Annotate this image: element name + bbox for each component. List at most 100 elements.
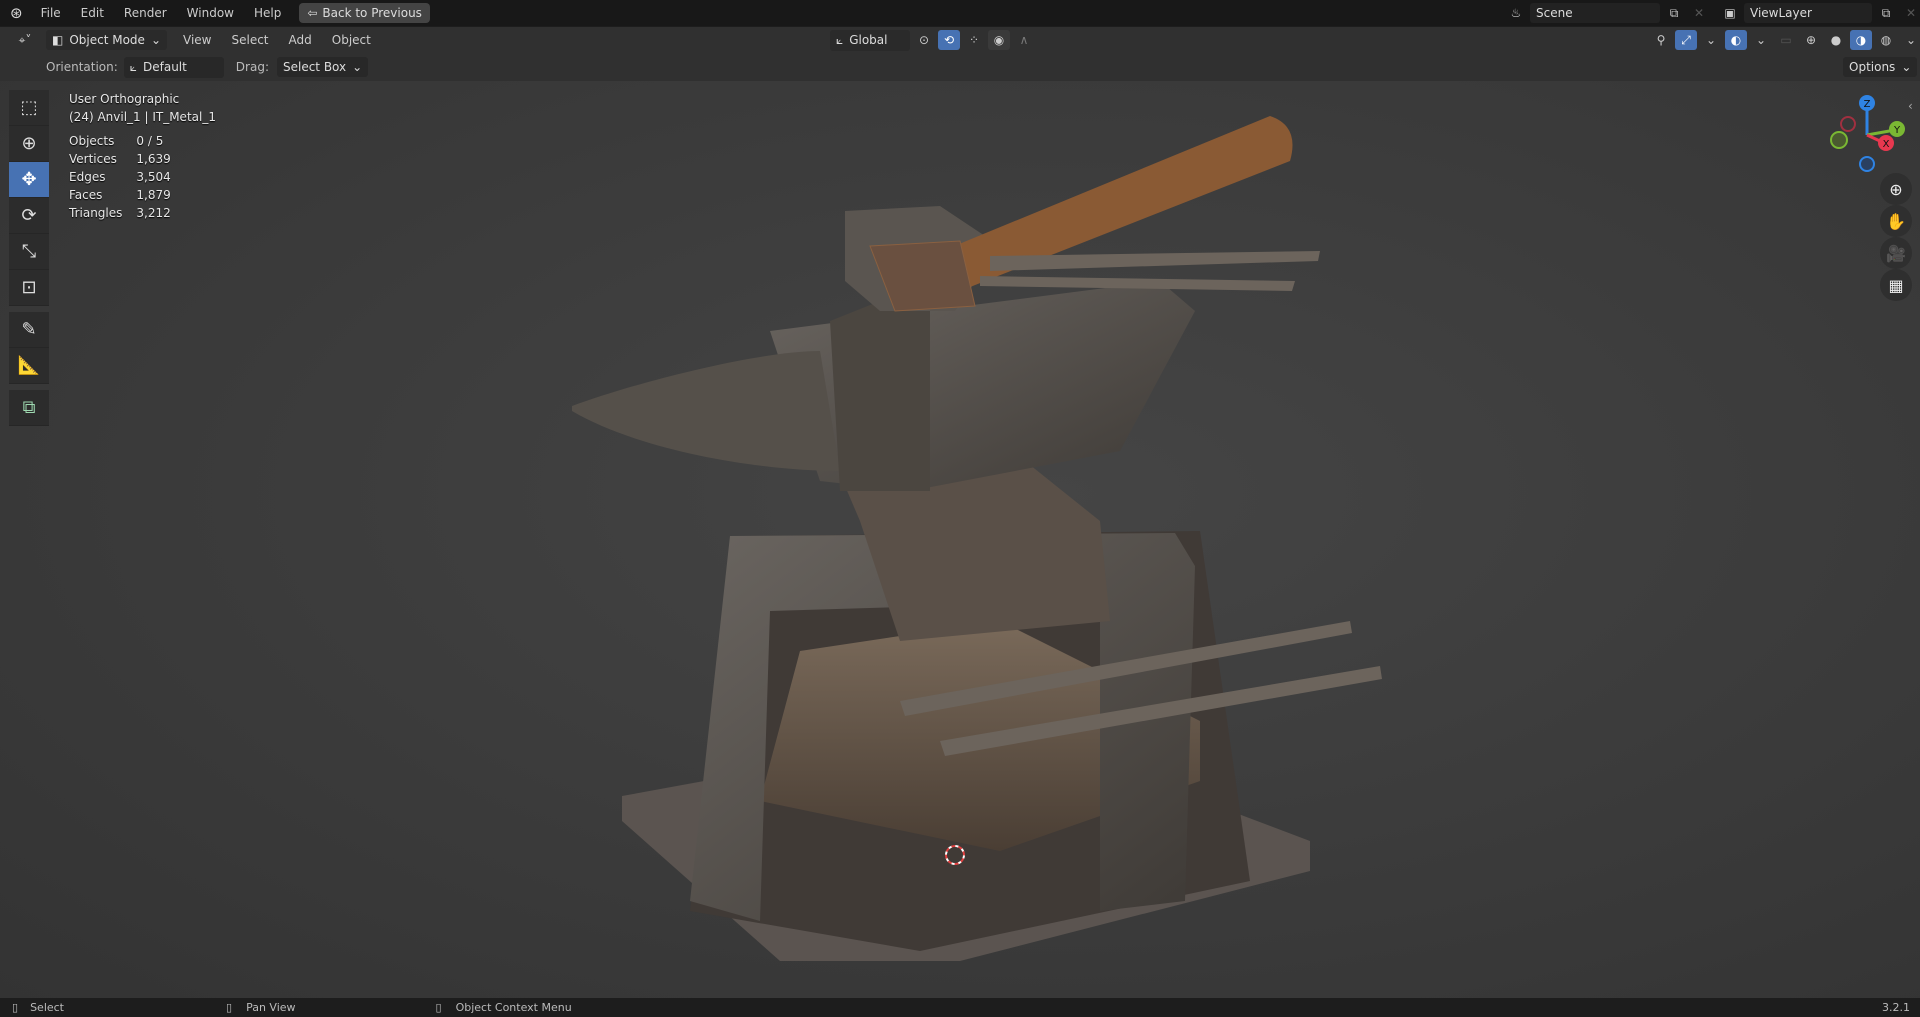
stat-value: 3,212 [136, 206, 171, 220]
gizmo-dropdown-icon[interactable]: ⌄ [1700, 30, 1722, 50]
grid-icon: ▦ [1888, 275, 1904, 295]
rendered-shading-icon[interactable]: ◍ [1875, 30, 1897, 50]
camera-view-button[interactable]: 🎥 [1880, 237, 1912, 269]
mode-label: Object Mode [69, 33, 145, 47]
back-icon: ⇦ [307, 6, 318, 20]
back-to-previous-button[interactable]: ⇦ Back to Previous [299, 3, 430, 23]
camera-icon: 🎥 [1886, 243, 1906, 263]
menu-view[interactable]: View [173, 33, 221, 47]
x-axis-label: X [1883, 139, 1890, 150]
orientation-select[interactable]: ⟀ Default [123, 56, 224, 78]
back-label: Back to Previous [322, 6, 422, 20]
menu-file[interactable]: File [31, 6, 71, 20]
menu-window[interactable]: Window [177, 6, 244, 20]
stat-label: Objects [69, 134, 115, 148]
menu-select[interactable]: Select [221, 33, 278, 47]
stat-value: 1,639 [136, 152, 171, 166]
chevron-down-icon: ⌄ [352, 60, 363, 74]
new-scene-icon[interactable]: ⧉ [1663, 3, 1685, 23]
wireframe-shading-icon[interactable]: ⊕ [1800, 30, 1822, 50]
annotate-tool[interactable]: ✎ [9, 312, 49, 348]
move-tool[interactable]: ✥ [9, 162, 49, 198]
status-select: Select [30, 1001, 64, 1014]
measure-tool[interactable]: 📐 [9, 348, 49, 384]
mouse-middle-icon: ▯ [226, 1001, 233, 1014]
pan-view-button[interactable]: ✋ [1880, 205, 1912, 237]
visibility-icon[interactable]: ⚲ [1650, 30, 1672, 50]
navigation-gizmo[interactable]: Z Y X [1820, 88, 1910, 178]
solid-shading-icon[interactable]: ● [1825, 30, 1847, 50]
options-label: Options [1849, 60, 1896, 74]
drag-label: Drag: [235, 60, 269, 74]
orientation-label: Global [849, 33, 888, 47]
overlay-toggle-icon[interactable]: ◐ [1725, 30, 1747, 50]
stat-row: Objects 0 / 5 [69, 132, 185, 150]
ortho-toggle-button[interactable]: ▦ [1880, 269, 1912, 301]
menu-help[interactable]: Help [244, 6, 291, 20]
overlay-dropdown-icon[interactable]: ⌄ [1750, 30, 1772, 50]
mouse-right-icon: ▯ [435, 1001, 442, 1014]
hand-icon: ✋ [1886, 211, 1906, 231]
close-view-layer-icon[interactable]: ✕ [1900, 3, 1920, 23]
scene-field[interactable]: Scene [1530, 3, 1660, 23]
drag-select[interactable]: Select Box ⌄ [276, 57, 369, 77]
scale-tool[interactable]: ⤡ [9, 234, 49, 270]
menu-render[interactable]: Render [114, 6, 177, 20]
stat-row: Edges 3,504 [69, 168, 185, 186]
select-box-tool[interactable]: ⬚ [9, 90, 49, 126]
rotate-tool[interactable]: ⟳ [9, 198, 49, 234]
add-cube-tool[interactable]: ⧉ [9, 390, 49, 426]
stat-row: Vertices 1,639 [69, 150, 185, 168]
stat-value: 1,879 [136, 188, 171, 202]
transform-tool[interactable]: ⊡ [9, 270, 49, 306]
version-label: 3.2.1 [1882, 1001, 1910, 1014]
mode-select[interactable]: ◧ Object Mode ⌄ [46, 30, 167, 50]
blender-logo-icon[interactable]: ⊛ [0, 4, 31, 22]
top-bar: ⊛ File Edit Render Window Help ⇦ Back to … [0, 0, 1920, 26]
status-context-menu: Object Context Menu [455, 1001, 572, 1014]
zoom-icon: ⊕ [1889, 179, 1903, 199]
stat-label: Triangles [69, 206, 123, 220]
viewport-info-overlay: User Orthographic (24) Anvil_1 | IT_Meta… [69, 90, 216, 222]
gizmo-toggle-icon[interactable]: ⤢ [1675, 30, 1697, 50]
material-shading-icon[interactable]: ◑ [1850, 30, 1872, 50]
tool-settings-bar: Orientation: ⟀ Default Drag: Select Box ⌄ … [0, 53, 1920, 81]
orientation-icon: ⟀ [836, 32, 844, 47]
snap-toggle-icon[interactable]: ⟲ [938, 30, 960, 50]
chevron-down-icon: ⌄ [150, 33, 161, 47]
object-info: (24) Anvil_1 | IT_Metal_1 [69, 110, 216, 124]
tool-shelf: ⬚ ⊕ ✥ ⟳ ⤡ ⊡ ✎ 📐 ⧉ [9, 90, 50, 426]
shading-dropdown-icon[interactable]: ⌄ [1900, 30, 1920, 50]
view-layer-field[interactable]: ViewLayer [1744, 3, 1872, 23]
zoom-view-button[interactable]: ⊕ [1880, 173, 1912, 205]
z-axis-label: Z [1864, 99, 1871, 110]
stat-row: Triangles 3,212 [69, 204, 185, 222]
menu-edit[interactable]: Edit [71, 6, 114, 20]
status-pan-view: Pan View [246, 1001, 296, 1014]
pivot-point-icon[interactable]: ⊙ [913, 30, 935, 50]
scene-icon[interactable]: ♨ [1505, 3, 1527, 23]
orientation-icon: ⟀ [129, 59, 137, 74]
mouse-left-icon: ▯ [12, 1001, 19, 1014]
close-scene-icon[interactable]: ✕ [1688, 3, 1710, 23]
chevron-down-icon: ⌄ [1901, 60, 1912, 74]
view-name: User Orthographic [69, 92, 180, 106]
editor-type-icon[interactable]: ⌖˅ [10, 30, 40, 50]
3d-viewport[interactable]: ⬚ ⊕ ✥ ⟳ ⤡ ⊡ ✎ 📐 ⧉ User Orthographic (24)… [0, 81, 1920, 998]
new-view-layer-icon[interactable]: ⧉ [1875, 3, 1897, 23]
menu-add[interactable]: Add [279, 33, 322, 47]
scene-stats: Objects 0 / 5 Vertices 1,639 Edges 3,504 Fa… [69, 132, 185, 222]
stat-row: Faces 1,879 [69, 186, 185, 204]
proportional-edit-icon[interactable]: ◉ [988, 30, 1010, 50]
stat-label: Faces [69, 188, 103, 202]
falloff-icon[interactable]: ∧ [1013, 30, 1035, 50]
cursor-tool[interactable]: ⊕ [9, 126, 49, 162]
snap-target-icon[interactable]: ⁘ [963, 30, 985, 50]
xray-icon[interactable]: ▭ [1775, 30, 1797, 50]
sidebar-toggle-icon[interactable]: ‹ [1908, 99, 1913, 113]
options-button[interactable]: Options ⌄ [1843, 57, 1918, 77]
object-mode-icon: ◧ [52, 33, 64, 47]
menu-object[interactable]: Object [322, 33, 381, 47]
view-layer-icon[interactable]: ▣ [1719, 3, 1741, 23]
transform-orientation-select[interactable]: ⟀ Global [830, 29, 910, 51]
